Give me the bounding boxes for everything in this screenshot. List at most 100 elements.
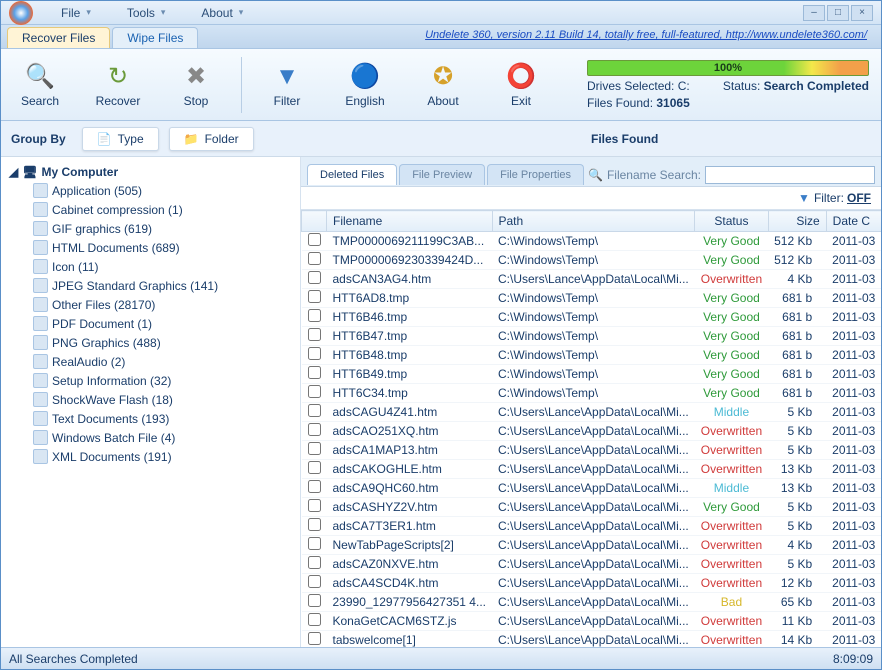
- table-row[interactable]: HTT6B49.tmpC:\Windows\Temp\Very Good681 …: [302, 365, 882, 384]
- row-checkbox[interactable]: [308, 423, 321, 436]
- row-checkbox[interactable]: [308, 594, 321, 607]
- tree-item[interactable]: PDF Document (1): [5, 314, 296, 333]
- window-minimize-button[interactable]: –: [803, 5, 825, 21]
- table-row[interactable]: HTT6B46.tmpC:\Windows\Temp\Very Good681 …: [302, 308, 882, 327]
- recover-button[interactable]: ↻Recover: [83, 53, 153, 117]
- row-checkbox[interactable]: [308, 309, 321, 322]
- file-type-icon: [33, 183, 48, 198]
- row-checkbox[interactable]: [308, 385, 321, 398]
- tree-item[interactable]: GIF graphics (619): [5, 219, 296, 238]
- tree-item[interactable]: Text Documents (193): [5, 409, 296, 428]
- col-status[interactable]: Status: [695, 211, 768, 232]
- tree-item[interactable]: Setup Information (32): [5, 371, 296, 390]
- table-row[interactable]: adsCAO251XQ.htmC:\Users\Lance\AppData\Lo…: [302, 422, 882, 441]
- col-filename[interactable]: Filename: [327, 211, 493, 232]
- filename-search-input[interactable]: [705, 166, 875, 184]
- tab-recover-files[interactable]: Recover Files: [7, 27, 110, 48]
- tab-file-properties[interactable]: File Properties: [487, 164, 584, 185]
- menu-about[interactable]: About▾: [183, 6, 261, 20]
- tree-item[interactable]: JPEG Standard Graphics (141): [5, 276, 296, 295]
- cell-filename: KonaGetCACM6STZ.js: [327, 612, 493, 631]
- row-checkbox[interactable]: [308, 480, 321, 493]
- row-checkbox[interactable]: [308, 556, 321, 569]
- table-row[interactable]: tabswelcome[1]C:\Users\Lance\AppData\Loc…: [302, 631, 882, 648]
- category-tree[interactable]: ◢ 🖥 My Computer Application (505) Cabine…: [1, 157, 301, 647]
- tree-item[interactable]: PNG Graphics (488): [5, 333, 296, 352]
- row-checkbox[interactable]: [308, 632, 321, 645]
- table-row[interactable]: 23990_12977956427351 4...C:\Users\Lance\…: [302, 593, 882, 612]
- row-checkbox[interactable]: [308, 518, 321, 531]
- col-check[interactable]: [302, 211, 327, 232]
- row-checkbox[interactable]: [308, 366, 321, 379]
- col-path[interactable]: Path: [492, 211, 695, 232]
- search-button[interactable]: 🔍Search: [5, 53, 75, 117]
- table-row[interactable]: KonaGetCACM6STZ.jsC:\Users\Lance\AppData…: [302, 612, 882, 631]
- row-checkbox[interactable]: [308, 252, 321, 265]
- table-row[interactable]: HTT6B47.tmpC:\Windows\Temp\Very Good681 …: [302, 327, 882, 346]
- row-checkbox[interactable]: [308, 404, 321, 417]
- expand-icon[interactable]: ◢: [9, 165, 18, 179]
- tree-item[interactable]: Icon (11): [5, 257, 296, 276]
- table-row[interactable]: NewTabPageScripts[2]C:\Users\Lance\AppDa…: [302, 536, 882, 555]
- menu-file[interactable]: File▾: [43, 6, 109, 20]
- menubar: File▾ Tools▾ About▾ – □ ×: [1, 1, 881, 25]
- table-row[interactable]: adsCAKOGHLE.htmC:\Users\Lance\AppData\Lo…: [302, 460, 882, 479]
- filter-toggle[interactable]: OFF: [847, 191, 871, 205]
- cell-path: C:\Users\Lance\AppData\Local\Mi...: [492, 460, 695, 479]
- row-checkbox[interactable]: [308, 233, 321, 246]
- filter-button[interactable]: ▼Filter: [252, 53, 322, 117]
- table-row[interactable]: TMP0000069211199C3AB...C:\Windows\Temp\V…: [302, 232, 882, 251]
- row-checkbox[interactable]: [308, 575, 321, 588]
- row-checkbox[interactable]: [308, 290, 321, 303]
- exit-button[interactable]: ⭕Exit: [486, 53, 556, 117]
- row-checkbox[interactable]: [308, 537, 321, 550]
- file-grid[interactable]: Filename Path Status Size Date C TMP0000…: [301, 209, 881, 647]
- table-row[interactable]: adsCAZ0NXVE.htmC:\Users\Lance\AppData\Lo…: [302, 555, 882, 574]
- row-checkbox[interactable]: [308, 442, 321, 455]
- table-row[interactable]: HTT6B48.tmpC:\Windows\Temp\Very Good681 …: [302, 346, 882, 365]
- language-button[interactable]: 🔵English: [330, 53, 400, 117]
- table-row[interactable]: TMP0000069230339424D...C:\Windows\Temp\V…: [302, 251, 882, 270]
- stop-button[interactable]: ✖Stop: [161, 53, 231, 117]
- row-checkbox[interactable]: [308, 347, 321, 360]
- cell-date: 2011-03: [826, 460, 881, 479]
- window-close-button[interactable]: ×: [851, 5, 873, 21]
- row-checkbox[interactable]: [308, 461, 321, 474]
- menu-tools[interactable]: Tools▾: [109, 6, 184, 20]
- tree-item[interactable]: Application (505): [5, 181, 296, 200]
- cell-path: C:\Windows\Temp\: [492, 232, 695, 251]
- row-checkbox[interactable]: [308, 499, 321, 512]
- table-row[interactable]: adsCAGU4Z41.htmC:\Users\Lance\AppData\Lo…: [302, 403, 882, 422]
- groupby-folder-button[interactable]: 📁Folder: [169, 127, 254, 151]
- tree-root[interactable]: ◢ 🖥 My Computer: [5, 163, 296, 181]
- tree-item[interactable]: ShockWave Flash (18): [5, 390, 296, 409]
- row-checkbox[interactable]: [308, 613, 321, 626]
- tree-item[interactable]: RealAudio (2): [5, 352, 296, 371]
- banner-link[interactable]: Undelete 360, version 2.11 Build 14, tot…: [425, 29, 867, 41]
- table-row[interactable]: adsCA7T3ER1.htmC:\Users\Lance\AppData\Lo…: [302, 517, 882, 536]
- table-row[interactable]: adsCA1MAP13.htmC:\Users\Lance\AppData\Lo…: [302, 441, 882, 460]
- table-row[interactable]: HTT6C34.tmpC:\Windows\Temp\Very Good681 …: [302, 384, 882, 403]
- col-date[interactable]: Date C: [826, 211, 881, 232]
- tab-deleted-files[interactable]: Deleted Files: [307, 164, 397, 185]
- tree-item[interactable]: Cabinet compression (1): [5, 200, 296, 219]
- row-checkbox[interactable]: [308, 328, 321, 341]
- tree-item[interactable]: HTML Documents (689): [5, 238, 296, 257]
- table-row[interactable]: adsCAN3AG4.htmC:\Users\Lance\AppData\Loc…: [302, 270, 882, 289]
- tab-wipe-files[interactable]: Wipe Files: [112, 27, 198, 48]
- cell-filename: adsCA4SCD4K.htm: [327, 574, 493, 593]
- table-row[interactable]: adsCA4SCD4K.htmC:\Users\Lance\AppData\Lo…: [302, 574, 882, 593]
- tree-item[interactable]: XML Documents (191): [5, 447, 296, 466]
- table-row[interactable]: adsCA9QHC60.htmC:\Users\Lance\AppData\Lo…: [302, 479, 882, 498]
- tree-item[interactable]: Other Files (28170): [5, 295, 296, 314]
- table-row[interactable]: HTT6AD8.tmpC:\Windows\Temp\Very Good681 …: [302, 289, 882, 308]
- table-row[interactable]: adsCASHYZ2V.htmC:\Users\Lance\AppData\Lo…: [302, 498, 882, 517]
- col-size[interactable]: Size: [768, 211, 826, 232]
- funnel-icon[interactable]: ▼: [798, 191, 810, 205]
- tree-item[interactable]: Windows Batch File (4): [5, 428, 296, 447]
- groupby-type-button[interactable]: 📄Type: [82, 127, 159, 151]
- window-maximize-button[interactable]: □: [827, 5, 849, 21]
- tab-file-preview[interactable]: File Preview: [399, 164, 485, 185]
- row-checkbox[interactable]: [308, 271, 321, 284]
- about-button[interactable]: ✪About: [408, 53, 478, 117]
